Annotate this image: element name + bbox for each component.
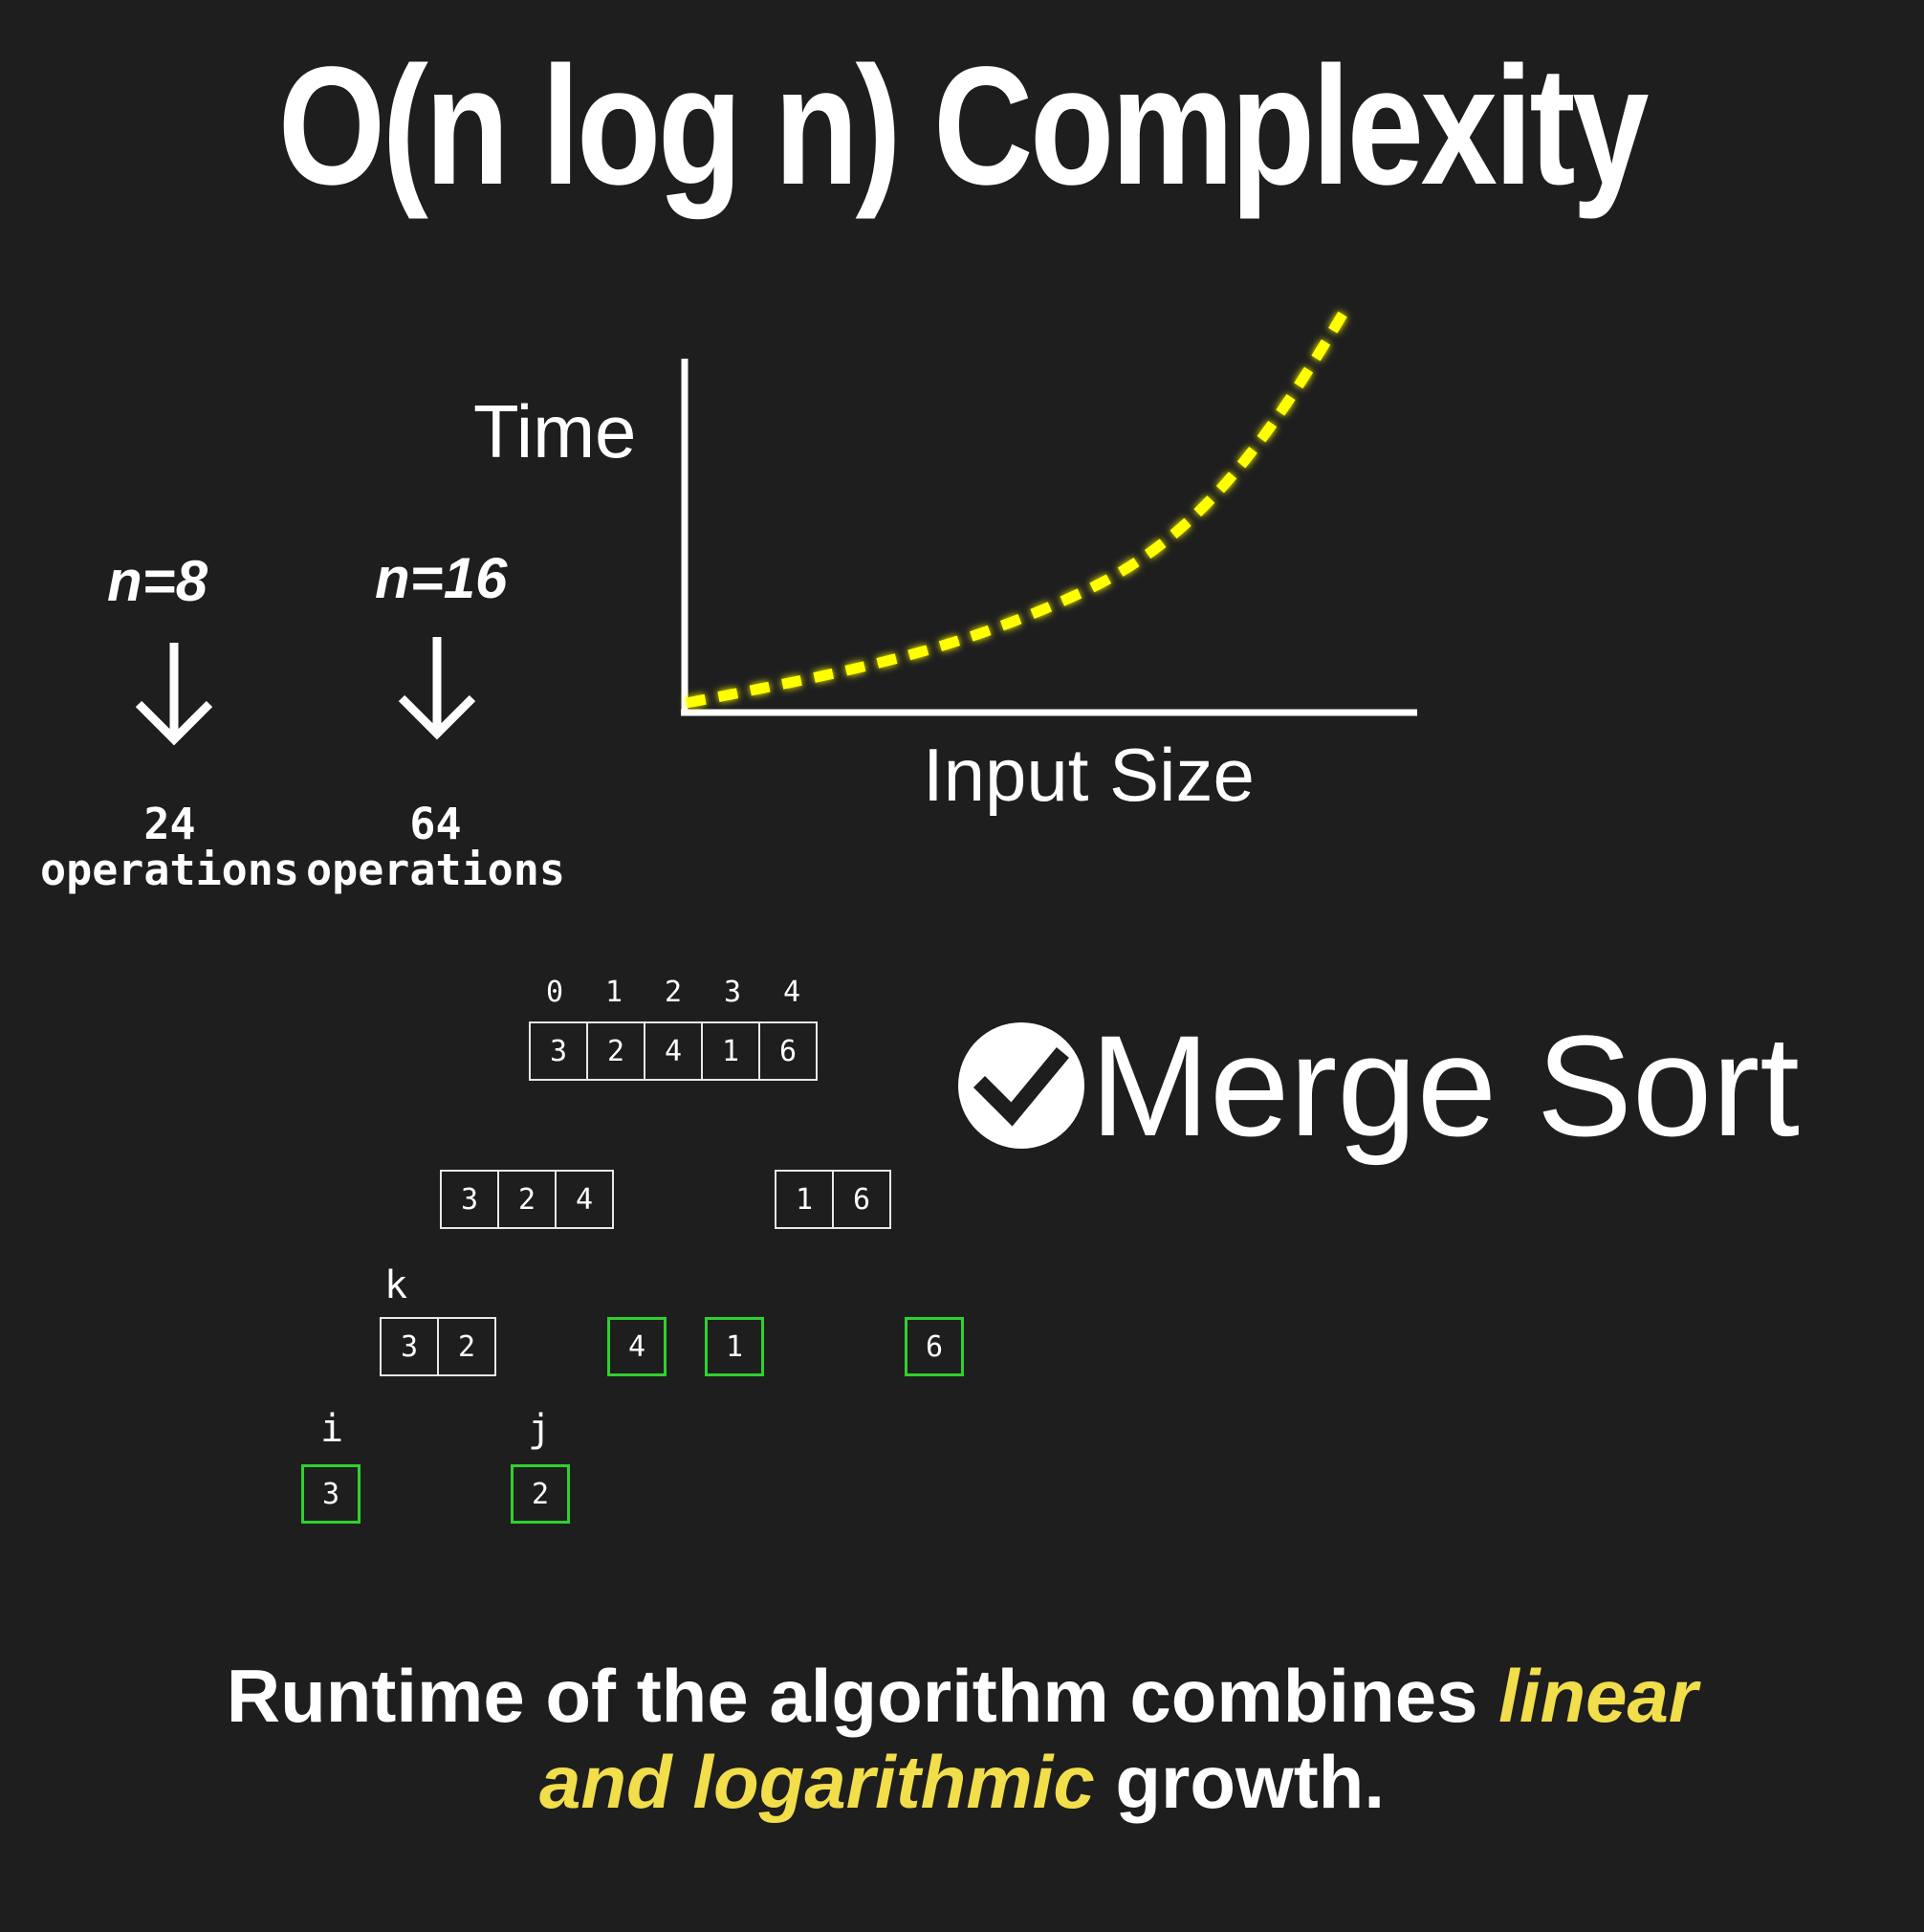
example-n16-label: n=16 — [375, 546, 508, 610]
array-cell: 3 — [440, 1170, 499, 1229]
array-cell: 1 — [701, 1021, 760, 1081]
arrow-down-icon — [135, 643, 213, 746]
index-label: 2 — [664, 976, 683, 1009]
index-label: 4 — [782, 976, 801, 1009]
array-cell: 4 — [555, 1170, 614, 1229]
index-row: 0 1 2 3 4 — [525, 976, 821, 1010]
arrow-down-icon — [398, 637, 476, 740]
array-cell-highlighted: 2 — [511, 1464, 570, 1524]
array-cell-highlighted: 6 — [905, 1317, 964, 1376]
array-cell: 2 — [586, 1021, 645, 1081]
ops-count: 64 — [409, 799, 462, 849]
array-cell-highlighted: 4 — [607, 1317, 667, 1376]
array-cell: 1 — [775, 1170, 834, 1229]
array-cell: 2 — [497, 1170, 557, 1229]
array-cell: 3 — [380, 1317, 439, 1376]
example-n16-ops: 64 operations — [304, 801, 567, 893]
complexity-graph — [681, 310, 1417, 716]
index-label: 1 — [604, 976, 623, 1009]
array-level-1-right: 1 6 — [775, 1170, 891, 1229]
y-axis-label: Time — [473, 389, 637, 473]
caption: Runtime of the algorithm combines linear… — [0, 1653, 1924, 1825]
caption-highlight-linear: linear — [1498, 1654, 1698, 1738]
x-axis-label: Input Size — [923, 733, 1255, 817]
caption-highlight-logarithmic: and logarithmic — [538, 1740, 1095, 1824]
ops-count: 24 — [143, 799, 196, 849]
ops-unit: operations — [306, 845, 565, 895]
pointer-j: j — [528, 1407, 552, 1451]
merge-sort-label: Merge Sort — [1090, 1005, 1800, 1166]
array-cell: 2 — [437, 1317, 496, 1376]
caption-text: Runtime of the algorithm combines — [226, 1654, 1499, 1738]
array-cell-highlighted: 3 — [301, 1464, 361, 1524]
index-label: 0 — [545, 976, 564, 1009]
pointer-i: i — [320, 1407, 344, 1451]
array-level-2-pair: 3 2 — [380, 1317, 496, 1376]
array-cell: 6 — [758, 1021, 818, 1081]
caption-text: growth. — [1094, 1740, 1385, 1824]
array-level-0: 3 2 4 1 6 — [529, 1021, 818, 1081]
array-cell: 4 — [644, 1021, 703, 1081]
array-cell-highlighted: 1 — [705, 1317, 764, 1376]
array-cell: 3 — [529, 1021, 588, 1081]
index-label: 3 — [723, 976, 742, 1009]
ops-unit: operations — [40, 845, 299, 895]
check-circle-icon — [958, 1022, 1084, 1149]
pointer-k: k — [384, 1263, 408, 1307]
array-level-1-left: 3 2 4 — [440, 1170, 614, 1229]
array-cell: 6 — [832, 1170, 891, 1229]
nlogn-curve — [685, 310, 1348, 709]
example-n8-label: n=8 — [107, 549, 208, 613]
example-n8-ops: 24 operations — [38, 801, 301, 893]
